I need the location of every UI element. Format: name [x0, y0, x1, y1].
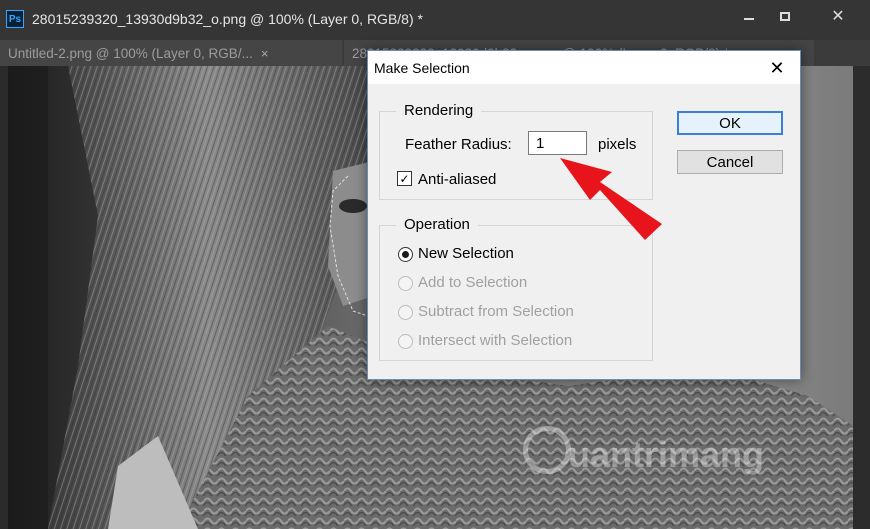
- add-to-selection-label: Add to Selection: [418, 274, 528, 291]
- feather-radius-input[interactable]: 1: [528, 131, 587, 155]
- subtract-from-selection-radio: [398, 305, 413, 320]
- anti-aliased-label[interactable]: Anti-aliased: [418, 171, 496, 188]
- intersect-with-selection-label: Intersect with Selection: [418, 332, 573, 349]
- tab-label: Untitled-2.png @ 100% (Layer 0, RGB/...: [8, 45, 253, 61]
- operation-legend: Operation: [396, 216, 478, 233]
- window-title: 28015239320_13930d9b32_o.png @ 100% (Lay…: [32, 11, 423, 27]
- window-titlebar: Ps 28015239320_13930d9b32_o.png @ 100% (…: [0, 0, 870, 40]
- new-selection-label[interactable]: New Selection: [418, 245, 514, 262]
- ok-button[interactable]: OK: [677, 111, 783, 135]
- window-close-button[interactable]: ✕: [806, 4, 870, 28]
- photoshop-logo-icon: Ps: [6, 10, 24, 28]
- new-selection-radio[interactable]: [398, 247, 413, 262]
- subtract-from-selection-label: Subtract from Selection: [418, 303, 574, 320]
- maximize-button[interactable]: [769, 4, 801, 28]
- watermark-text: uantrimang: [568, 434, 765, 475]
- minimize-icon: [744, 18, 754, 20]
- canvas-right-edge: [853, 66, 870, 529]
- radio-selected-dot: [402, 251, 409, 258]
- watermark-logo-icon: [523, 426, 571, 474]
- dialog-titlebar[interactable]: Make Selection ✕: [368, 51, 800, 84]
- rendering-legend: Rendering: [396, 102, 482, 119]
- feather-radius-label: Feather Radius:: [405, 136, 512, 153]
- minimize-button[interactable]: [733, 4, 765, 28]
- tab-close-icon[interactable]: ×: [261, 46, 269, 61]
- add-to-selection-radio: [398, 276, 413, 291]
- dialog-title: Make Selection: [374, 60, 470, 76]
- intersect-with-selection-radio: [398, 334, 413, 349]
- cancel-button[interactable]: Cancel: [677, 150, 783, 174]
- make-selection-dialog: Make Selection ✕ Rendering Feather Radiu…: [367, 50, 801, 380]
- dialog-close-button[interactable]: ✕: [766, 57, 788, 79]
- maximize-icon: [780, 11, 790, 21]
- feather-unit-label: pixels: [598, 136, 637, 153]
- tab-untitled-2[interactable]: Untitled-2.png @ 100% (Layer 0, RGB/... …: [0, 40, 342, 66]
- anti-aliased-checkbox[interactable]: ✓: [397, 171, 412, 186]
